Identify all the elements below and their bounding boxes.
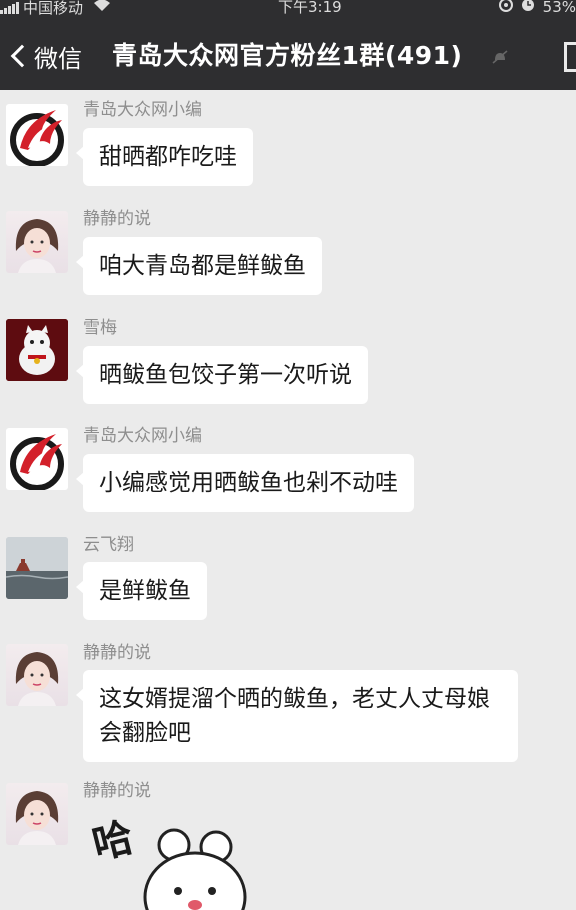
message-bubble[interactable]: 晒鲅鱼包饺子第一次听说 (76, 346, 368, 404)
lucky-cat-icon (6, 319, 68, 381)
top-bar: 中国移动 下午3:19 53% 微信 青岛大众网官方粉丝1群(491) (0, 0, 576, 90)
avatar[interactable] (6, 211, 68, 273)
alarm-icon (521, 0, 535, 16)
wifi-icon (93, 0, 111, 18)
girl-portrait-icon (15, 791, 59, 845)
flame-logo-icon (10, 110, 64, 166)
signal-icon (0, 2, 19, 14)
carrier: 中国移动 (0, 0, 111, 18)
avatar[interactable] (6, 104, 68, 166)
bear-sticker[interactable]: 哈 (88, 805, 260, 910)
sender-name: 静静的说 (83, 643, 151, 663)
bear-sticker-icon: 哈 (88, 814, 247, 910)
status-right: 53% (498, 0, 576, 16)
nav-bar: 微信 青岛大众网官方粉丝1群(491) (0, 26, 576, 86)
back-button[interactable]: 微信 (6, 36, 82, 76)
group-info-icon[interactable] (564, 42, 576, 72)
chat-title: 青岛大众网官方粉丝1群(491) (112, 41, 463, 70)
back-label: 微信 (34, 44, 82, 73)
status-time: 下午3:19 (278, 0, 342, 16)
sender-name: 青岛大众网小编 (83, 100, 202, 120)
battery-label: 53% (542, 0, 576, 16)
message-bubble[interactable]: 甜晒都咋吃哇 (76, 128, 253, 186)
sender-name: 静静的说 (83, 781, 151, 801)
flame-logo-icon (10, 434, 64, 490)
message-bubble[interactable]: 咱大青岛都是鲜鲅鱼 (76, 237, 322, 295)
avatar[interactable] (6, 319, 68, 381)
sender-name: 云飞翔 (83, 535, 134, 555)
girl-portrait-icon (15, 219, 59, 273)
status-bar: 中国移动 下午3:19 53% (0, 0, 576, 18)
girl-portrait-icon (15, 652, 59, 706)
avatar[interactable] (6, 644, 68, 706)
message-bubble[interactable]: 小编感觉用晒鲅鱼也剁不动哇 (76, 454, 414, 512)
sticker-text: 哈 (90, 814, 138, 868)
avatar[interactable] (6, 537, 68, 599)
carrier-label: 中国移动 (23, 0, 84, 17)
avatar[interactable] (6, 428, 68, 490)
message-bubble[interactable]: 这女婿提溜个晒的鲅鱼，老丈人丈母娘会翻脸吧 (76, 670, 518, 762)
mute-icon (492, 50, 508, 64)
avatar[interactable] (6, 783, 68, 845)
sender-name: 雪梅 (83, 318, 117, 338)
sender-name: 青岛大众网小编 (83, 426, 202, 446)
message-bubble[interactable]: 是鲜鲅鱼 (76, 562, 207, 620)
location-icon (498, 0, 513, 16)
sender-name: 静静的说 (83, 209, 151, 229)
seaside-pavilion-icon (6, 537, 68, 599)
chevron-left-icon (10, 44, 34, 68)
